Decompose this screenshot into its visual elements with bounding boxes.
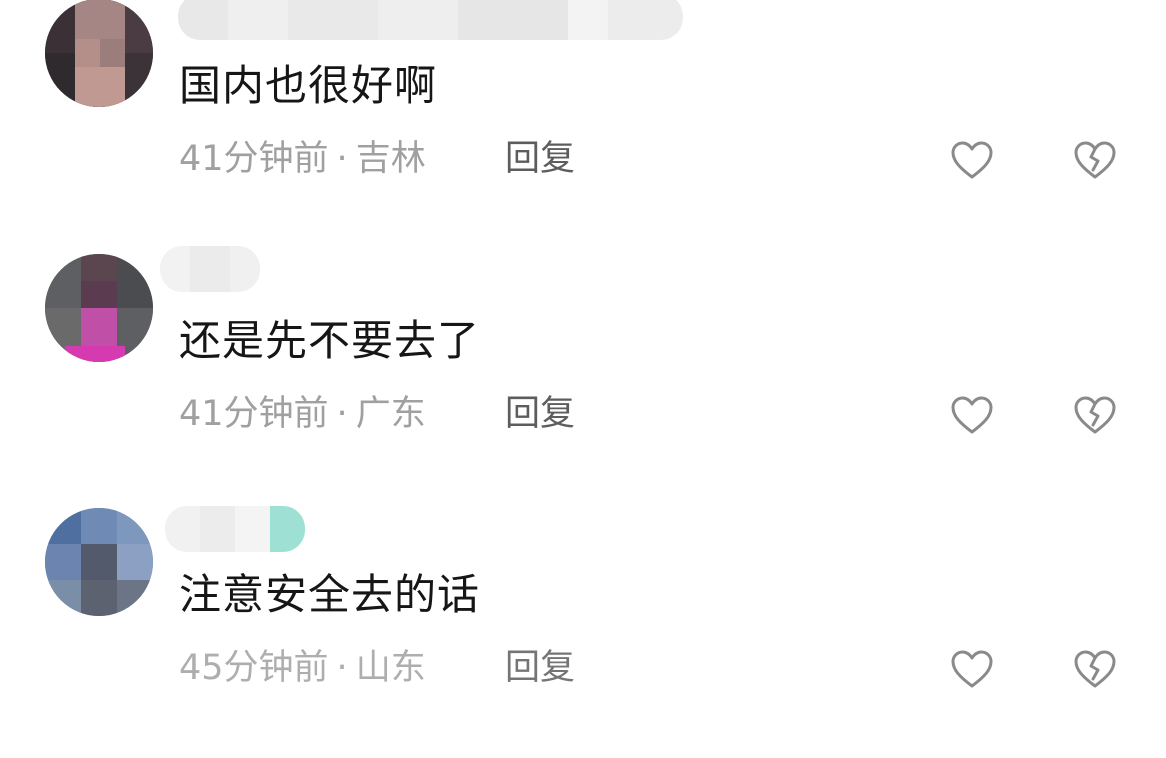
avatar-mosaic — [45, 508, 153, 616]
comment-meta: 41分钟前 · 广东 — [179, 397, 426, 432]
heart-outline-icon[interactable] — [950, 649, 994, 689]
comment-item: 国内也很好啊 41分钟前 · 吉林 回复 — [0, 0, 1166, 250]
username-blurred[interactable] — [178, 0, 683, 40]
broken-heart-icon[interactable] — [1073, 140, 1117, 180]
comment-time: 45分钟前 — [179, 648, 329, 688]
comment-location: 吉林 — [355, 139, 426, 179]
heart-outline-icon[interactable] — [950, 395, 994, 435]
comment-location: 广东 — [355, 394, 426, 434]
avatar[interactable] — [45, 254, 153, 362]
username-blurred[interactable] — [160, 246, 260, 292]
reply-button[interactable]: 回复 — [505, 651, 575, 686]
avatar-mosaic — [45, 254, 153, 362]
avatar[interactable] — [45, 508, 153, 616]
comment-item: 注意安全去的话 45分钟前 · 山东 回复 — [0, 506, 1166, 758]
meta-separator: · — [336, 139, 348, 179]
meta-separator: · — [336, 394, 348, 434]
username-blurred[interactable] — [165, 506, 305, 552]
comment-text: 还是先不要去了 — [179, 316, 481, 365]
reply-button[interactable]: 回复 — [505, 142, 575, 177]
comment-location: 山东 — [355, 648, 426, 688]
comment-time: 41分钟前 — [179, 139, 329, 179]
comment-item: 还是先不要去了 41分钟前 · 广东 回复 — [0, 246, 1166, 504]
meta-separator: · — [336, 648, 348, 688]
comment-text: 注意安全去的话 — [179, 570, 481, 619]
heart-outline-icon[interactable] — [950, 140, 994, 180]
avatar-mosaic — [45, 0, 153, 107]
comment-meta: 45分钟前 · 山东 — [179, 651, 426, 686]
comment-time: 41分钟前 — [179, 394, 329, 434]
comment-meta: 41分钟前 · 吉林 — [179, 142, 426, 177]
broken-heart-icon[interactable] — [1073, 649, 1117, 689]
avatar[interactable] — [45, 0, 153, 107]
comment-text: 国内也很好啊 — [179, 61, 438, 110]
reply-button[interactable]: 回复 — [505, 397, 575, 432]
broken-heart-icon[interactable] — [1073, 395, 1117, 435]
